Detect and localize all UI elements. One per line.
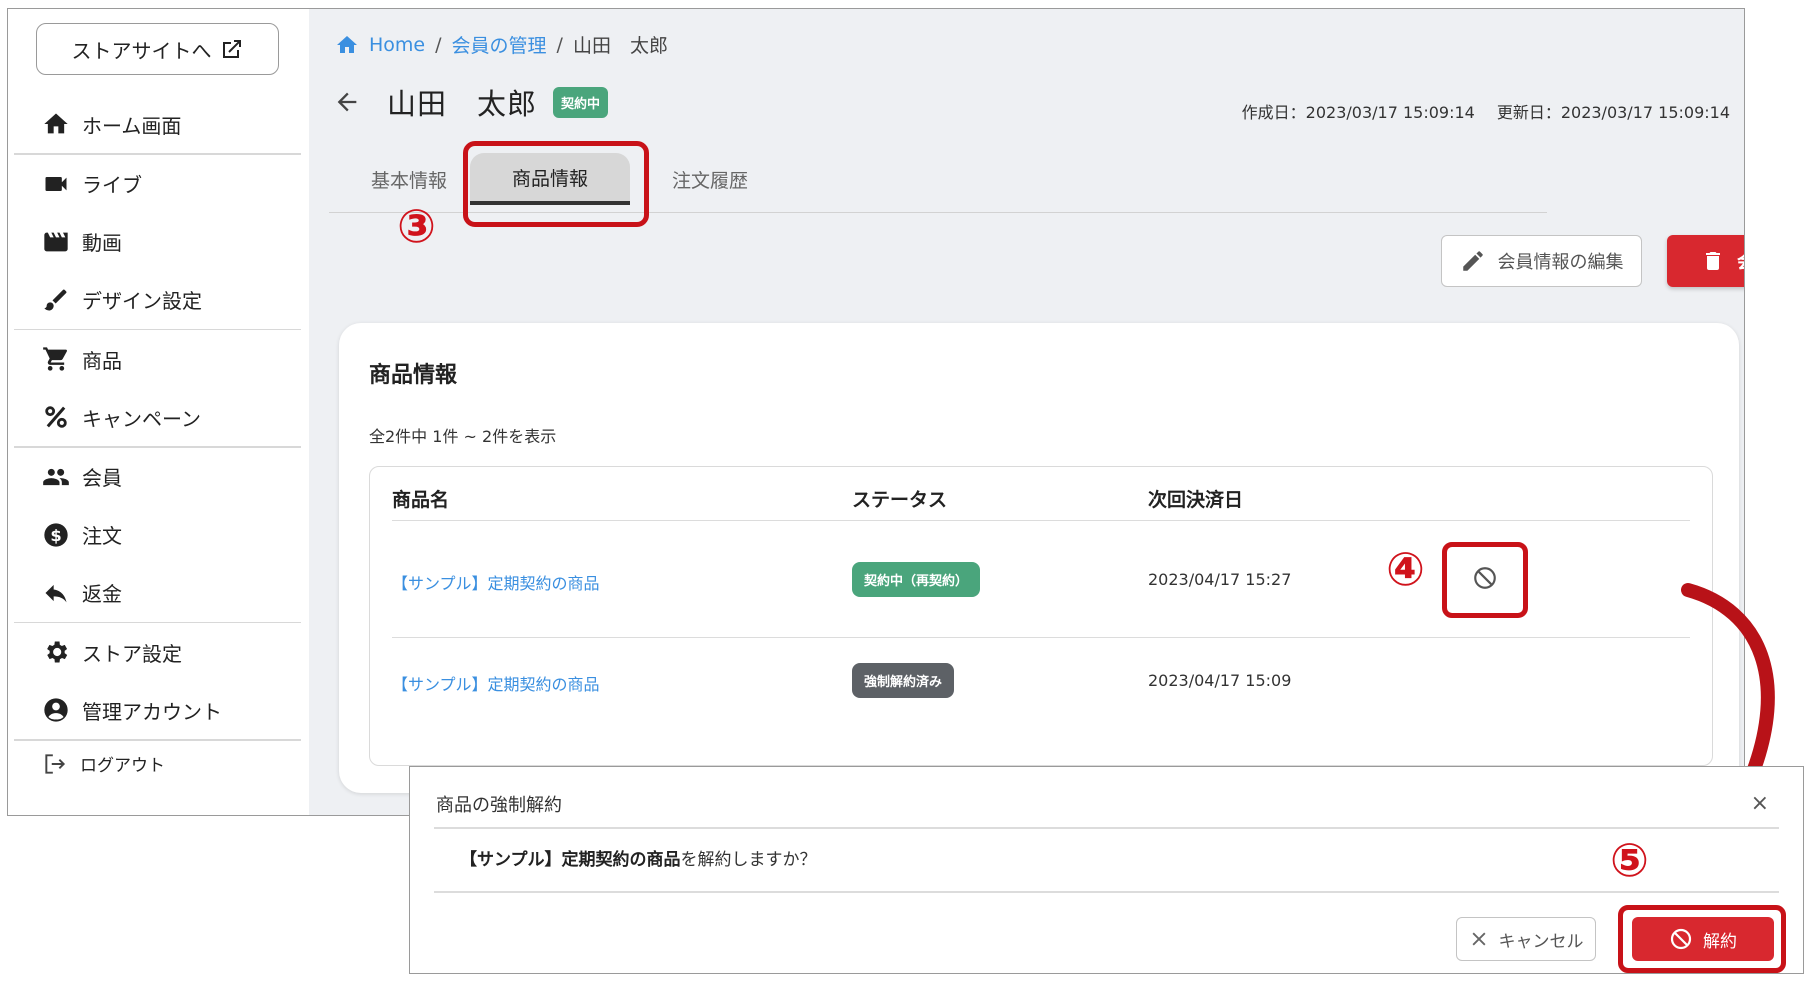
movie-icon (44, 232, 68, 251)
status-badge: 契約中（再契約） (852, 562, 981, 597)
withdraw-member-button[interactable]: 会員の退会 (1667, 235, 1744, 287)
dialog-divider (434, 891, 1779, 893)
sidebar-item-campaign[interactable]: キャンペーン (8, 388, 309, 446)
sidebar-item-members[interactable]: 会員 (8, 448, 309, 506)
sidebar-item-label: 商品 (82, 348, 122, 373)
dollar-icon: $ (44, 522, 68, 547)
next-payment-date: 2023/04/17 15:27 (1148, 570, 1292, 589)
page-header: 山田 太郎 契約中 (333, 81, 609, 123)
sidebar-item-logout[interactable]: ログアウト (8, 741, 309, 787)
store-site-label: ストアサイトへ (71, 38, 212, 63)
sidebar-item-home[interactable]: ホーム画面 (8, 95, 309, 153)
sidebar-item-label: 管理アカウント (82, 699, 222, 724)
created-date: 作成日：2023/03/17 15:09:14 (1241, 103, 1475, 122)
sidebar-item-design[interactable]: デザイン設定 (8, 271, 309, 329)
sidebar-item-label: ストア設定 (82, 641, 182, 666)
sidebar-item-admin-account[interactable]: 管理アカウント (8, 681, 309, 739)
breadcrumb-members[interactable]: 会員の管理 (452, 31, 547, 58)
percent-icon (45, 406, 67, 428)
account-icon (44, 698, 68, 722)
sidebar-item-label: 返金 (82, 582, 122, 606)
breadcrumb-current: 山田 太郎 (572, 35, 668, 57)
tab-order-history[interactable]: 注文履歴 (630, 153, 790, 205)
breadcrumb-separator: / (435, 33, 442, 56)
people-icon (43, 468, 69, 485)
edit-member-button[interactable]: 会員情報の編集 (1441, 235, 1642, 287)
sidebar-item-label: 注文 (82, 524, 122, 548)
sidebar-item-video[interactable]: 動画 (8, 213, 309, 271)
status-badge: 契約中 (553, 86, 609, 118)
sidebar-item-label: デザイン設定 (82, 289, 202, 313)
step3-highlight (463, 141, 649, 227)
store-site-button[interactable]: ストアサイトへ (36, 23, 279, 75)
products-table: 商品名 ステータス 次回決済日 【サンプル】定期契約の商品 契約中（再契約） 2… (369, 466, 1713, 766)
step5-annotation: ⑤ (1610, 833, 1649, 887)
close-icon (1472, 932, 1485, 946)
table-row: 【サンプル】定期契約の商品 契約中（再契約） 2023/04/17 15:27 … (392, 522, 1690, 638)
status-badge: 強制解約済み (852, 663, 955, 698)
step4-highlight (1442, 542, 1528, 618)
sidebar-item-live[interactable]: ライブ (8, 155, 309, 213)
sidebar-item-products[interactable]: 商品 (8, 330, 309, 388)
home-icon (44, 113, 68, 134)
dialog-message: 【サンプル】定期契約の商品を解約しますか？ (460, 845, 817, 870)
sidebar-item-label: 動画 (82, 231, 122, 255)
cancel-label: キャンセル (1498, 931, 1584, 952)
column-header-status: ステータス (852, 489, 948, 511)
sidebar-item-label: ホーム画面 (82, 113, 182, 138)
table-row: 【サンプル】定期契約の商品 強制解約済み 2023/04/17 15:09 (392, 639, 1690, 755)
breadcrumb: Home / 会員の管理 / 山田 太郎 (335, 31, 668, 58)
svg-text:$: $ (50, 525, 61, 544)
product-info-card: 商品情報 全2件中 1件 ~ 2件を表示 商品名 ステータス 次回決済日 【サン… (339, 323, 1739, 793)
page-title: 山田 太郎 (387, 87, 538, 121)
brush-icon (44, 289, 67, 310)
column-header-product: 商品名 (392, 489, 450, 511)
sidebar-item-orders[interactable]: $ 注文 (8, 506, 309, 564)
step3-annotation: ③ (397, 199, 436, 253)
dialog-title: 商品の強制解約 (436, 795, 562, 816)
product-link[interactable]: 【サンプル】定期契約の商品 (392, 671, 600, 695)
table-header: 商品名 ステータス 次回決済日 (392, 467, 1690, 521)
reply-icon (45, 584, 67, 602)
result-count: 全2件中 1件 ~ 2件を表示 (369, 427, 557, 446)
trash-icon (1706, 252, 1720, 270)
home-icon[interactable] (335, 33, 359, 57)
dialog-question: を解約しますか？ (680, 850, 817, 870)
sidebar-item-label: 会員 (82, 466, 122, 490)
cart-icon (43, 347, 68, 371)
product-link[interactable]: 【サンプル】定期契約の商品 (392, 570, 600, 594)
dialog-divider (434, 827, 1779, 829)
sidebar-item-store-settings[interactable]: ストア設定 (8, 623, 309, 681)
close-icon[interactable]: × (1751, 791, 1769, 816)
breadcrumb-home[interactable]: Home (369, 34, 425, 56)
sidebar-item-label: ライブ (82, 173, 142, 197)
edit-member-label: 会員情報の編集 (1497, 252, 1624, 273)
back-arrow-icon[interactable] (333, 88, 361, 116)
updated-date: 更新日：2023/03/17 15:09:14 (1496, 103, 1730, 122)
sidebar: ストアサイトへ ホーム画面 ライブ 動画 デザイン設定 商品 キャンペーン 会員… (8, 9, 309, 815)
next-payment-date: 2023/04/17 15:09 (1148, 671, 1292, 690)
breadcrumb-separator: / (556, 33, 563, 56)
videocam-icon (45, 176, 67, 191)
withdraw-member-label: 会員の退会 (1737, 248, 1744, 274)
pencil-icon (1462, 251, 1483, 271)
sidebar-nav: ホーム画面 ライブ 動画 デザイン設定 商品 キャンペーン 会員 $ 注文 返金… (8, 95, 309, 787)
cancel-button[interactable]: キャンセル (1456, 917, 1596, 961)
sidebar-item-refunds[interactable]: 返金 (8, 564, 309, 622)
force-cancel-dialog: 商品の強制解約 × 【サンプル】定期契約の商品を解約しますか？ キャンセル 解約… (409, 766, 1804, 974)
external-link-icon (222, 40, 241, 58)
step5-highlight (1618, 905, 1786, 973)
sidebar-item-label: ログアウト (80, 756, 165, 776)
gear-icon (47, 641, 68, 663)
logout-icon (45, 753, 66, 774)
card-title: 商品情報 (369, 363, 458, 388)
column-header-next-payment: 次回決済日 (1148, 489, 1244, 511)
main-content: Home / 会員の管理 / 山田 太郎 山田 太郎 契約中 作成日：2023/… (309, 9, 1744, 815)
dialog-product-name: 【サンプル】定期契約の商品 (460, 850, 681, 870)
sidebar-item-label: キャンペーン (82, 406, 201, 431)
timestamps: 作成日：2023/03/17 15:09:14 更新日：2023/03/17 1… (1242, 99, 1730, 123)
step4-annotation: ④ (1386, 542, 1425, 596)
app-window: ストアサイトへ ホーム画面 ライブ 動画 デザイン設定 商品 キャンペーン 会員… (7, 8, 1745, 816)
tab-bar: 基本情報 商品情報 注文履歴 (329, 141, 1547, 227)
